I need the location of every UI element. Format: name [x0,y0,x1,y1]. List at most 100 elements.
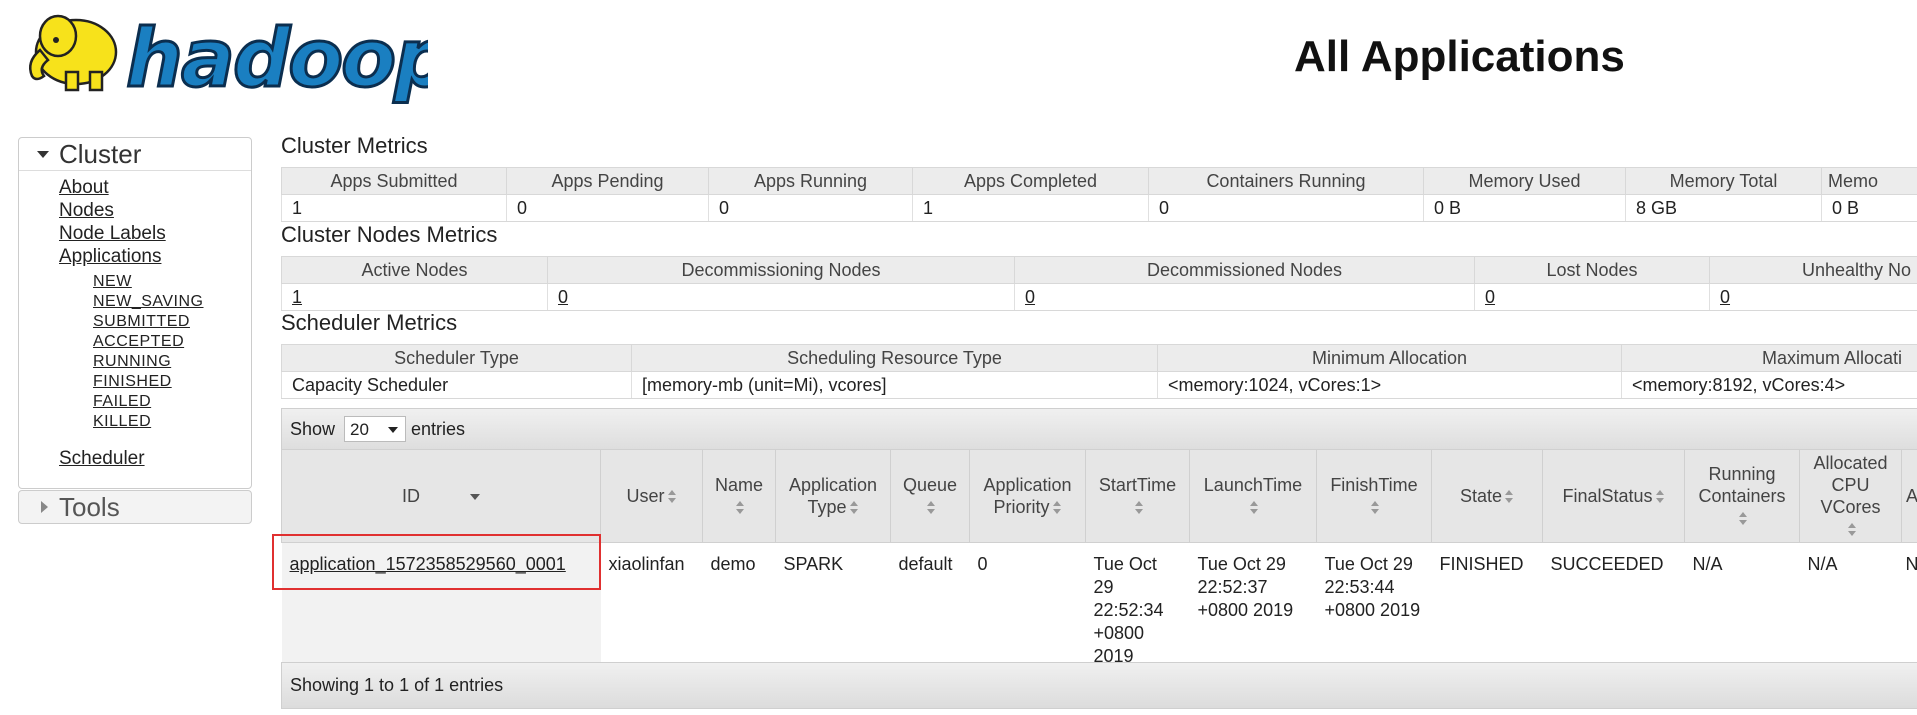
col-finish-time-label: FinishTime [1330,475,1418,495]
sort-icon [1739,512,1748,526]
col-id-label: ID [402,486,420,506]
col-memory-truncated: Memo [1821,167,1917,195]
sort-icon [849,501,859,515]
col-launch-time-header[interactable]: LaunchTime [1189,449,1317,543]
table-header-row: Apps Submitted Apps Pending Apps Running… [281,167,1917,195]
app-state-new-saving-link[interactable]: NEW_SAVING [93,293,204,311]
sort-icon [1250,501,1259,515]
sort-desc-icon [470,494,480,501]
col-application-type-header[interactable]: Application Type [775,449,891,543]
col-id-header[interactable]: ID [281,449,601,543]
memory-truncated-value: 0 B [1821,194,1917,222]
scheduling-resource-type-value: [memory-mb (unit=Mi), vcores] [631,371,1158,399]
col-queue-header[interactable]: Queue [890,449,970,543]
col-memory-used: Memory Used [1423,167,1626,195]
col-running-containers-header[interactable]: Running Containers [1684,449,1800,543]
app-state-failed-link[interactable]: FAILED [93,393,151,411]
nav-applications-link[interactable]: Applications [59,246,161,268]
col-state-header[interactable]: State [1431,449,1543,543]
col-application-priority-header[interactable]: Application Priority [969,449,1086,543]
cluster-section-label: Cluster [59,139,142,169]
sort-icon [927,501,936,515]
col-decommissioning-nodes: Decommissioning Nodes [547,256,1015,284]
expand-triangle-icon [41,501,48,513]
app-state-accepted-link[interactable]: ACCEPTED [93,333,184,351]
cluster-section-header[interactable]: Cluster [19,138,251,171]
cluster-nodes-metrics-title: Cluster Nodes Metrics [281,222,498,247]
col-scheduling-resource-type: Scheduling Resource Type [631,344,1158,372]
maximum-allocation-value: <memory:8192, vCores:4> [1621,371,1917,399]
entries-info: Showing 1 to 1 of 1 entries [290,675,504,695]
col-user-label: User [626,486,665,506]
page-length-select[interactable]: 20 [344,416,406,442]
hadoop-logo: hadoop [18,6,453,107]
tools-nav-panel: Tools [18,490,252,524]
col-start-time-header[interactable]: StartTime [1085,449,1190,543]
scheduler-metrics-table: Scheduler Type Scheduling Resource Type … [281,344,1917,399]
start-time-cell: Tue Oct 29 22:52:34 +0800 2019 [1093,554,1164,666]
launch-time-cell: Tue Oct 29 22:52:37 +0800 2019 [1197,554,1294,620]
active-nodes-link[interactable]: 1 [292,287,302,307]
col-lost-nodes: Lost Nodes [1474,256,1710,284]
cluster-nav-panel: Cluster About Nodes Node Labels Applicat… [18,137,252,489]
tools-section-header[interactable]: Tools [19,491,251,523]
col-final-status-header[interactable]: FinalStatus [1542,449,1685,543]
collapse-triangle-icon [37,151,49,158]
col-name-header[interactable]: Name [702,449,776,543]
sort-icon [1505,490,1514,504]
state-cell: FINISHED [1439,554,1524,574]
chevron-down-icon [388,427,398,433]
table-row: Capacity Scheduler [memory-mb (unit=Mi),… [281,371,1917,399]
col-finish-time-header[interactable]: FinishTime [1316,449,1432,543]
nav-node-labels-link[interactable]: Node Labels [59,223,166,245]
decommissioned-nodes-link[interactable]: 0 [1025,287,1035,307]
sort-icon [1371,501,1380,515]
col-running-containers-label: Running Containers [1698,464,1786,506]
table-header-row: ID User Name Application Type Queue Appl… [281,449,1917,543]
apps-table-footer: Showing 1 to 1 of 1 entries [281,662,1917,709]
application-type-cell: SPARK [783,554,844,574]
sort-icon [667,490,677,504]
app-state-submitted-link[interactable]: SUBMITTED [93,313,190,331]
decommissioning-nodes-link[interactable]: 0 [558,287,568,307]
col-scheduler-type: Scheduler Type [281,344,632,372]
priority-cell: 0 [977,554,988,574]
logo-wordmark: hadoop [126,12,428,105]
cluster-metrics-table: Apps Submitted Apps Pending Apps Running… [281,167,1917,222]
col-apps-pending: Apps Pending [506,167,709,195]
elephant-logo-icon: hadoop [29,11,453,107]
col-user-header[interactable]: User [600,449,703,543]
apps-running-value: 0 [708,194,913,222]
cluster-metrics-title: Cluster Metrics [281,133,428,158]
lost-nodes-link[interactable]: 0 [1485,287,1495,307]
col-apps-completed: Apps Completed [912,167,1149,195]
col-unhealthy-nodes: Unhealthy No [1709,256,1917,284]
nav-nodes-link[interactable]: Nodes [59,200,114,222]
col-memory-total: Memory Total [1625,167,1822,195]
nav-scheduler-link[interactable]: Scheduler [59,448,145,470]
scheduler-metrics-title: Scheduler Metrics [281,310,458,335]
entries-label: entries [411,419,466,439]
app-state-running-link[interactable]: RUNNING [93,353,171,371]
col-name-label: Name [714,475,763,495]
unhealthy-nodes-link[interactable]: 0 [1720,287,1730,307]
highlight-box [272,534,601,590]
app-state-killed-link[interactable]: KILLED [93,413,151,431]
final-status-cell: SUCCEEDED [1550,554,1664,574]
col-start-time-label: StartTime [1098,475,1177,495]
queue-cell: default [898,554,953,574]
apps-completed-value: 1 [912,194,1149,222]
col-apps-submitted: Apps Submitted [281,167,507,195]
scheduler-type-value: Capacity Scheduler [281,371,632,399]
col-allocated-vcores-header[interactable]: Allocated CPU VCores [1799,449,1902,543]
app-state-finished-link[interactable]: FINISHED [93,373,172,391]
sort-icon [1134,501,1144,515]
user-cell: xiaolinfan [608,554,685,574]
show-label: Show [290,419,336,439]
nav-about-link[interactable]: About [59,177,109,199]
app-state-new-link[interactable]: NEW [93,273,132,291]
page-title: All Applications [1294,32,1625,81]
memory-used-value: 0 B [1423,194,1626,222]
col-truncated-header[interactable]: A [1901,449,1917,543]
col-queue-label: Queue [902,475,958,495]
